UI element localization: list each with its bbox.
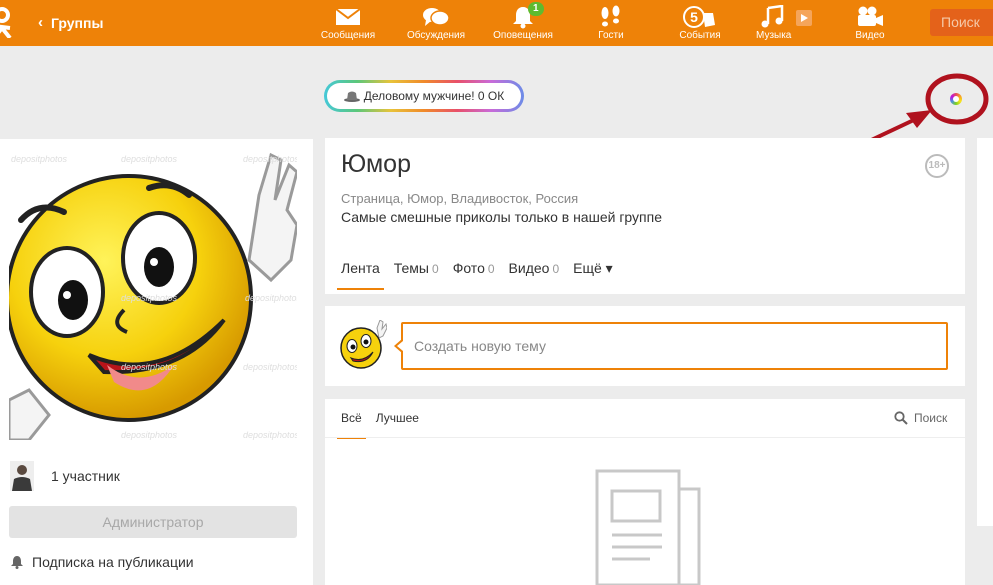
feed-search-label: Поиск	[914, 411, 948, 425]
nav-messages-label: Сообщения	[320, 30, 376, 41]
tab-feed[interactable]: Лента	[337, 260, 384, 290]
tab-video-label: Видео	[508, 260, 550, 276]
administrator-button[interactable]: Администратор	[9, 506, 297, 538]
new-topic-card: Создать новую тему	[325, 306, 965, 386]
empty-feed-document-icon	[595, 469, 701, 585]
tab-topics[interactable]: Темы 0	[390, 260, 443, 290]
tab-photos-count: 0	[487, 262, 495, 276]
tab-feed-label: Лента	[341, 260, 380, 276]
tab-video[interactable]: Видео 0	[505, 260, 564, 290]
music-note-icon	[751, 4, 821, 30]
watermark: depositphotos	[121, 430, 178, 440]
nav-guests[interactable]: Гости	[576, 4, 646, 42]
watermark: depositphotos	[121, 154, 178, 164]
nav-notifications-label: Оповещения	[493, 30, 553, 41]
divider	[325, 437, 965, 438]
tab-photos-label: Фото	[452, 260, 485, 276]
chat-bubbles-icon	[401, 4, 471, 30]
promo-text: Деловому мужчине! 0 ОК	[363, 89, 505, 103]
footprints-icon	[576, 4, 646, 30]
nav-video[interactable]: Видео	[835, 4, 905, 42]
right-side-card	[977, 138, 993, 526]
group-description: Самые смешные приколы только в нашей гру…	[341, 209, 663, 225]
tab-topics-label: Темы	[393, 260, 429, 276]
back-label: Группы	[51, 14, 104, 31]
members-count: 1 участник	[51, 468, 120, 484]
hat-icon	[343, 91, 360, 102]
nav-video-label: Видео	[855, 30, 885, 41]
nav-discussions[interactable]: Обсуждения	[401, 4, 471, 42]
feed-card: Всё Лучшее Поиск	[325, 399, 965, 585]
nav-guests-label: Гости	[598, 30, 624, 41]
group-avatar[interactable]: depositphotos depositphotos depositphoto…	[9, 150, 297, 440]
watermark: depositphotos	[121, 293, 178, 303]
watermark: depositphotos	[243, 154, 297, 164]
nav-events-label: События	[679, 30, 721, 41]
subscription-label: Подписка на публикации	[32, 554, 194, 570]
watermark: depositphotos	[11, 154, 68, 164]
watermark: depositphotos	[243, 362, 297, 372]
top-search-button[interactable]: Поиск	[930, 9, 993, 36]
envelope-icon	[313, 4, 383, 30]
promo-banner[interactable]: Деловому мужчине! 0 ОК	[324, 80, 524, 112]
age-restriction-badge: 18+	[925, 154, 949, 178]
group-title: Юмор	[341, 150, 411, 178]
feed-tab-best[interactable]: Лучшее	[372, 411, 423, 439]
group-avatar-small	[340, 320, 387, 369]
watermark: depositphotos	[243, 430, 297, 440]
members-info[interactable]: 1 участник	[10, 461, 120, 491]
group-tabs: Лента Темы 0 Фото 0 Видео 0 Ещё ▾	[337, 260, 623, 290]
bell-icon: 1	[488, 2, 558, 30]
nav-events[interactable]: 5 События	[665, 4, 735, 42]
notification-badge: 1	[528, 2, 544, 16]
ok-logo-icon[interactable]	[0, 6, 14, 38]
member-avatar[interactable]	[10, 461, 34, 491]
nav-music[interactable]: Музыка	[751, 4, 821, 42]
feed-tabs: Всё Лучшее	[337, 411, 429, 439]
top-navigation-bar: ‹ Группы Сообщения Обсуждения 1 Оповещен…	[0, 0, 993, 46]
bell-icon	[11, 556, 23, 569]
nav-notifications[interactable]: 1 Оповещения	[488, 2, 558, 42]
feed-tab-all[interactable]: Всё	[337, 411, 366, 439]
tab-video-count: 0	[552, 262, 560, 276]
nav-messages[interactable]: Сообщения	[313, 4, 383, 42]
video-camera-icon	[835, 4, 905, 30]
svg-text:5: 5	[690, 9, 698, 25]
group-meta: Страница, Юмор, Владивосток, Россия	[341, 191, 579, 206]
watermark: depositphotos	[121, 362, 178, 372]
back-to-groups-link[interactable]: ‹ Группы	[38, 14, 103, 31]
nav-discussions-label: Обсуждения	[406, 30, 466, 41]
theme-color-icon[interactable]	[950, 93, 962, 105]
nav-music-label: Музыка	[756, 30, 792, 41]
tab-more[interactable]: Ещё ▾	[569, 260, 617, 290]
feed-search[interactable]: Поиск	[894, 411, 947, 425]
search-icon	[894, 411, 908, 425]
chevron-left-icon: ‹	[38, 14, 43, 31]
five-plus-icon: 5	[665, 4, 735, 30]
watermark: depositphotos	[245, 293, 297, 303]
tab-topics-count: 0	[432, 262, 439, 276]
subscription-toggle[interactable]: Подписка на публикации	[10, 554, 194, 570]
new-topic-input[interactable]: Создать новую тему	[394, 322, 948, 370]
tab-photos[interactable]: Фото 0	[449, 260, 499, 290]
tab-more-label: Ещё ▾	[573, 260, 613, 276]
group-header-card: Юмор 18+ Страница, Юмор, Владивосток, Ро…	[325, 138, 965, 294]
group-sidebar-card: depositphotos depositphotos depositphoto…	[0, 139, 313, 585]
